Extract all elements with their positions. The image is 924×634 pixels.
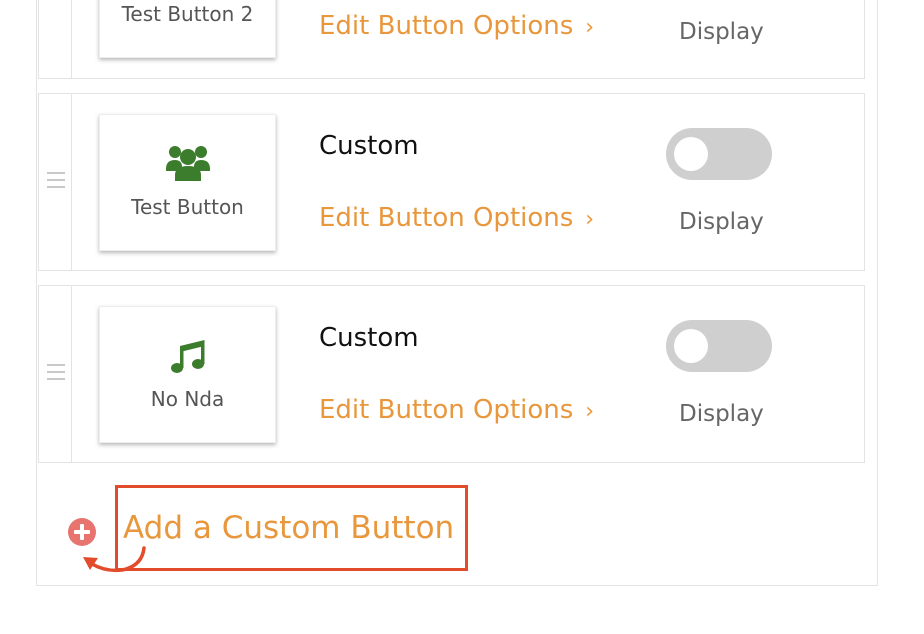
- button-row: Test Button Custom Edit Button Options › …: [38, 93, 865, 271]
- display-label: Display: [679, 19, 764, 45]
- button-preview-label: Test Button: [131, 195, 244, 219]
- button-preview[interactable]: No Nda: [99, 306, 276, 443]
- music-note-icon: [171, 340, 205, 373]
- display-toggle[interactable]: [666, 320, 772, 372]
- edit-button-options-link[interactable]: Edit Button Options ›: [319, 395, 594, 425]
- button-row: No Nda Custom Edit Button Options › Displ…: [38, 285, 865, 463]
- display-label: Display: [679, 401, 764, 427]
- display-label: Display: [679, 209, 764, 235]
- button-preview-label: Test Button 2: [121, 2, 254, 26]
- users-icon: [166, 146, 210, 181]
- edit-button-options-label: Edit Button Options: [319, 11, 574, 41]
- display-toggle[interactable]: [666, 128, 772, 180]
- highlight-box: [115, 485, 468, 571]
- edit-button-options-link[interactable]: Edit Button Options ›: [319, 203, 594, 233]
- plus-circle-icon[interactable]: [68, 518, 96, 546]
- button-row: Test Button 2 Edit Button Options › Displ…: [38, 0, 865, 79]
- drag-handle-column: [39, 286, 72, 462]
- chevron-right-icon: ›: [585, 15, 595, 40]
- drag-handle-column: [39, 0, 72, 78]
- chevron-right-icon: ›: [585, 207, 595, 232]
- chevron-right-icon: ›: [585, 399, 595, 424]
- button-type-label: Custom: [319, 131, 419, 161]
- button-preview[interactable]: Test Button: [99, 114, 276, 251]
- annotation-arrow-icon: [83, 546, 146, 573]
- toggle-knob: [674, 137, 708, 171]
- edit-button-options-label: Edit Button Options: [319, 203, 574, 233]
- edit-button-options-label: Edit Button Options: [319, 395, 574, 425]
- button-preview-label: No Nda: [150, 387, 225, 411]
- button-type-label: Custom: [319, 323, 419, 353]
- drag-handle-column: [39, 94, 72, 270]
- drag-handle-icon[interactable]: [47, 364, 65, 380]
- toggle-knob: [674, 329, 708, 363]
- edit-button-options-link[interactable]: Edit Button Options ›: [319, 11, 594, 41]
- button-preview[interactable]: Test Button 2: [99, 0, 276, 58]
- drag-handle-icon[interactable]: [47, 172, 65, 188]
